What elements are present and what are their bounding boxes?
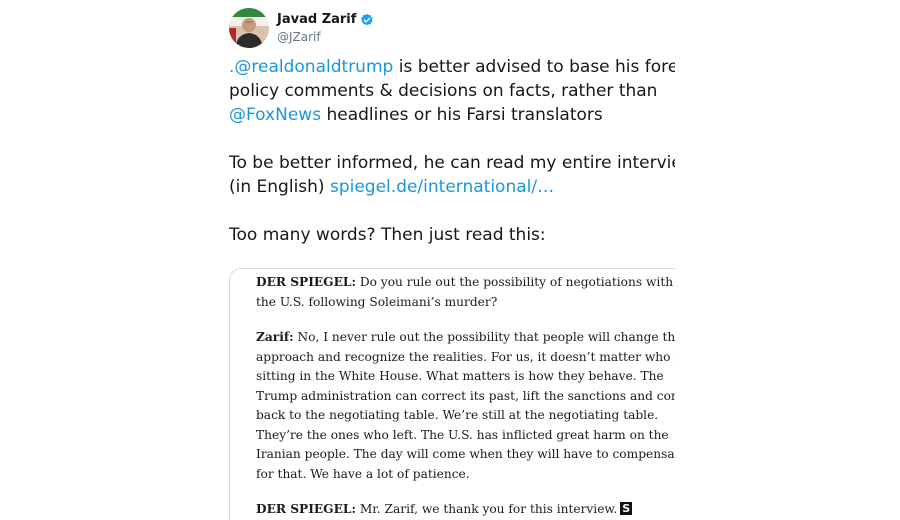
interview-excerpt: DER SPIEGEL: Do you rule out the possibi…: [256, 273, 675, 520]
name-row: Javad Zarif: [277, 12, 374, 27]
tweet-text-line: Too many words? Then just read this:: [229, 225, 546, 245]
speaker-label: Zarif:: [256, 330, 294, 344]
avatar-image: [229, 8, 269, 48]
excerpt-line: the U.S. following Soleimani’s murder?: [256, 294, 498, 309]
tweet-text-segment: headlines or his Farsi translators: [321, 105, 603, 125]
display-name[interactable]: Javad Zarif: [277, 12, 356, 27]
excerpt-segment: Mr. Zarif, we thank you for this intervi…: [355, 502, 618, 516]
tweet-text-line: policy comments & decisions on facts, ra…: [229, 81, 658, 101]
excerpt-segment: Do you rule out the possibility of negot…: [355, 275, 674, 289]
spiegel-end-mark: S: [620, 502, 633, 515]
tweet-text-line: @FoxNews headlines or his Farsi translat…: [229, 103, 675, 127]
speaker-label: DER SPIEGEL:: [256, 502, 356, 516]
excerpt-line: Trump administration can correct its pas…: [256, 388, 675, 403]
excerpt-line: DER SPIEGEL: Mr. Zarif, we thank you for…: [256, 500, 675, 520]
excerpt-line: DER SPIEGEL: Do you rule out the possibi…: [256, 273, 675, 293]
tweet-text: .@realdonaldtrump is better advised to b…: [229, 55, 675, 247]
avatar[interactable]: [229, 8, 269, 48]
attached-image-card[interactable]: DER SPIEGEL: Do you rule out the possibi…: [229, 268, 675, 520]
tweet-text-line: To be better informed, he can read my en…: [229, 153, 675, 173]
handle[interactable]: @JZarif: [277, 30, 321, 44]
mention-link-foxnews[interactable]: @FoxNews: [229, 105, 321, 125]
excerpt-line: They’re the ones who left. The U.S. has …: [256, 427, 669, 442]
excerpt-gap: [256, 312, 675, 328]
mention-link-realdonaldtrump[interactable]: .@realdonaldtrump: [229, 57, 393, 77]
url-link-spiegel[interactable]: spiegel.de/international/…: [330, 177, 554, 197]
excerpt-gap: [256, 484, 675, 500]
tweet-text-segment: (in English): [229, 177, 330, 197]
speaker-label: DER SPIEGEL:: [256, 275, 356, 289]
excerpt-line: back to the negotiating table. We’re sti…: [256, 408, 659, 422]
excerpt-line: approach and recognize the realities. Fo…: [256, 349, 675, 364]
excerpt-line: Iranian people. The day will come when t…: [256, 447, 675, 461]
excerpt-line: sitting in the White House. What matters…: [256, 369, 664, 383]
excerpt-segment: No, I never rule out the possibility tha…: [293, 330, 675, 344]
verified-badge-icon: [360, 13, 374, 27]
tweet-text-line: .@realdonaldtrump is better advised to b…: [229, 55, 675, 79]
excerpt-line: Zarif: No, I never rule out the possibil…: [256, 328, 675, 348]
tweet: Javad Zarif @JZarif .@realdonaldtrump is…: [229, 0, 675, 520]
tweet-text-segment: is better advised to base his foreign: [393, 57, 675, 77]
excerpt-line: for that. We have a lot of patience.: [256, 466, 470, 481]
tweet-text-line: (in English) spiegel.de/international/…: [229, 175, 675, 199]
tweet-header: Javad Zarif @JZarif: [229, 8, 675, 48]
